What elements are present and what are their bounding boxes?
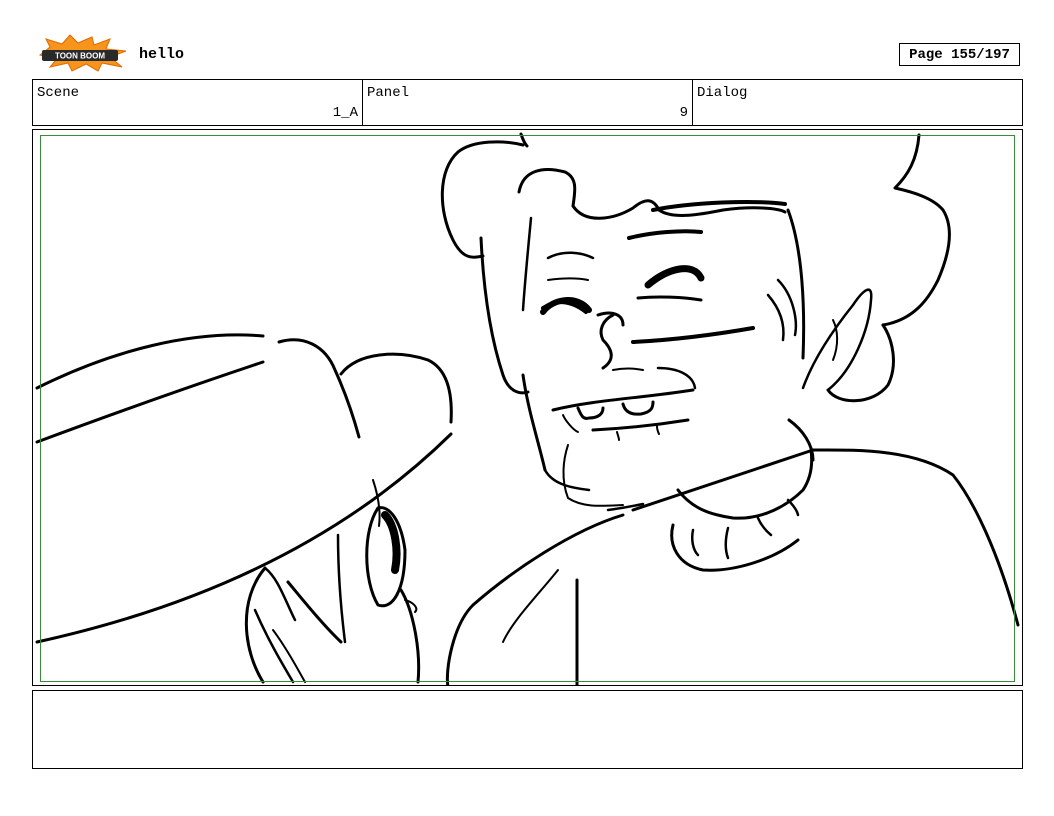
logo-text: TOON BOOM [55, 52, 105, 61]
safe-area-frame [40, 135, 1015, 682]
project-title: hello [139, 46, 185, 63]
dialog-cell: Dialog [693, 80, 1022, 125]
panel-value: 9 [679, 105, 688, 121]
storyboard-panel [32, 129, 1023, 686]
panel-cell: Panel 9 [363, 80, 693, 125]
panel-label: Panel [367, 85, 410, 101]
scene-cell: Scene 1_A [33, 80, 363, 125]
notes-box [32, 690, 1023, 769]
dialog-label: Dialog [697, 85, 748, 101]
scene-label: Scene [37, 85, 80, 101]
toonboom-logo-icon: TOON BOOM [36, 33, 128, 73]
panel-info-row: Scene 1_A Panel 9 Dialog [32, 79, 1023, 126]
page-indicator: Page 155/197 [899, 43, 1020, 66]
scene-value: 1_A [332, 105, 358, 121]
